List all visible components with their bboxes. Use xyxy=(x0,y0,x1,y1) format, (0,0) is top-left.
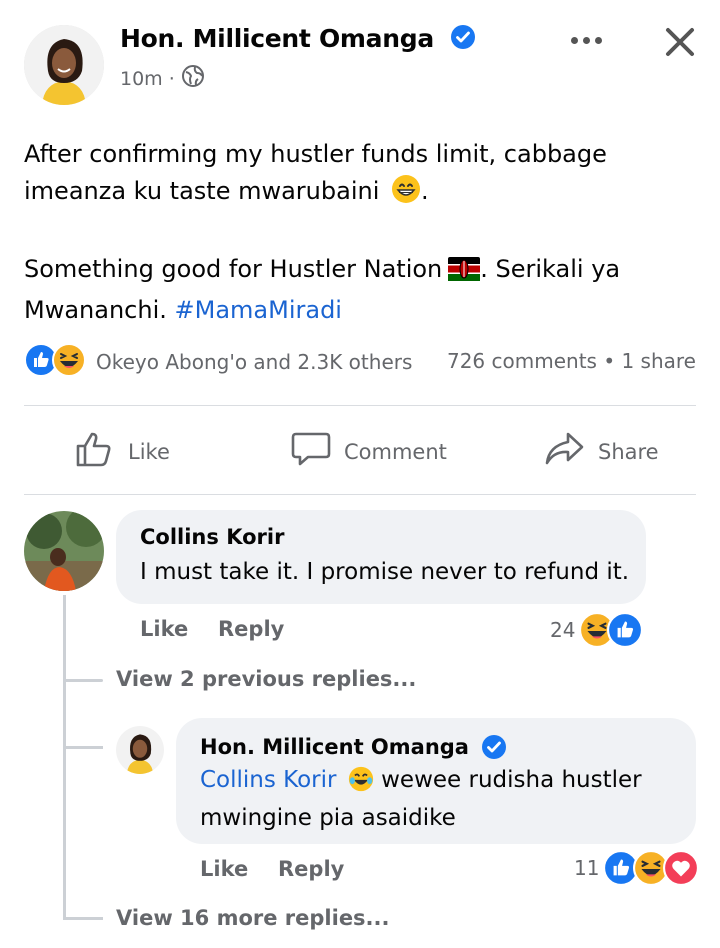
share-button[interactable]: Share xyxy=(544,428,659,475)
author-avatar[interactable] xyxy=(24,25,104,105)
comment-icon xyxy=(290,428,332,475)
reactions-summary[interactable]: Okeyo Abong'o and 2.3K others xyxy=(24,343,412,381)
comment-button[interactable]: Comment xyxy=(290,428,447,475)
more-options-button[interactable] xyxy=(566,28,606,52)
mention-link[interactable]: Collins Korir xyxy=(200,767,336,793)
view-previous-replies-link[interactable]: View 2 previous replies... xyxy=(116,667,416,691)
comment-bubble: Collins Korir I must take it. I promise … xyxy=(116,510,646,604)
commenter-avatar[interactable] xyxy=(24,511,104,591)
reply-reaction-count: 11 xyxy=(574,856,600,880)
comment-reply-button[interactable]: Reply xyxy=(218,617,284,641)
reply-text: Collins Korir wewee rudisha hustler mwin… xyxy=(200,764,680,835)
love-reaction-icon xyxy=(663,850,700,886)
meta-separator: · xyxy=(168,67,175,90)
post-paragraph-1: After confirming my hustler funds limit,… xyxy=(24,136,704,215)
comment-reactions[interactable]: 24 xyxy=(550,612,644,648)
verified-badge-icon xyxy=(481,734,507,760)
verified-badge-icon xyxy=(450,24,476,56)
reply-author-avatar[interactable] xyxy=(116,726,164,774)
comments-shares-count[interactable]: 726 comments • 1 share xyxy=(447,349,696,373)
like-button-label: Like xyxy=(128,439,170,464)
reply-reaction-icons xyxy=(603,850,700,886)
author-name-text[interactable]: Hon. Millicent Omanga xyxy=(120,24,434,53)
reactions-text[interactable]: Okeyo Abong'o and 2.3K others xyxy=(96,350,412,374)
post-meta: 10m · xyxy=(120,64,205,93)
thread-branch xyxy=(63,917,103,920)
like-reaction-icon xyxy=(607,612,644,648)
hashtag-link[interactable]: #MamaMiradi xyxy=(175,296,342,324)
comment-author[interactable]: Collins Korir xyxy=(140,525,284,549)
divider-top xyxy=(24,405,696,406)
close-button[interactable] xyxy=(660,22,700,62)
comment-text: I must take it. I promise never to refun… xyxy=(140,559,630,585)
reaction-icons xyxy=(24,343,86,381)
thumbs-up-icon xyxy=(74,428,116,475)
post-text: After confirming my hustler funds limit,… xyxy=(24,136,704,365)
kenya-flag-icon xyxy=(448,255,481,292)
reply-author-name[interactable]: Hon. Millicent Omanga xyxy=(200,735,469,759)
reply-like-button[interactable]: Like xyxy=(200,857,248,881)
post-paragraph-2: Something good for Hustler Nation . Seri… xyxy=(24,251,704,329)
thread-branch xyxy=(63,679,103,682)
thread-line xyxy=(63,595,66,920)
comment-button-label: Comment xyxy=(344,439,447,464)
grinning-emoji-icon xyxy=(391,174,421,215)
reply-reactions[interactable]: 11 xyxy=(574,850,700,886)
reply-author[interactable]: Hon. Millicent Omanga xyxy=(200,734,507,760)
share-button-label: Share xyxy=(598,439,659,464)
comment-reaction-icons xyxy=(579,612,644,648)
share-icon xyxy=(544,428,586,475)
reply-bubble: Hon. Millicent Omanga Collins Korir wewe… xyxy=(176,718,696,844)
view-more-replies-link[interactable]: View 16 more replies... xyxy=(116,906,390,930)
reply-reply-button[interactable]: Reply xyxy=(278,857,344,881)
post-paragraph-2-text: Something good for Hustler Nation xyxy=(24,255,443,283)
post-time[interactable]: 10m xyxy=(120,68,163,90)
divider-bottom xyxy=(24,494,696,495)
post-paragraph-1-text: After confirming my hustler funds limit,… xyxy=(24,140,607,205)
author-name[interactable]: Hon. Millicent Omanga xyxy=(120,24,476,56)
more-dot xyxy=(594,36,602,44)
thread-branch xyxy=(63,746,103,749)
globe-icon xyxy=(181,64,205,93)
like-button[interactable]: Like xyxy=(74,428,170,475)
close-icon xyxy=(666,28,694,56)
haha-reaction-icon xyxy=(52,343,86,381)
laughing-tears-emoji-icon xyxy=(348,766,374,802)
more-dot xyxy=(582,36,590,44)
comment-reaction-count: 24 xyxy=(550,618,576,642)
more-dot xyxy=(570,36,578,44)
comment-like-button[interactable]: Like xyxy=(140,617,188,641)
